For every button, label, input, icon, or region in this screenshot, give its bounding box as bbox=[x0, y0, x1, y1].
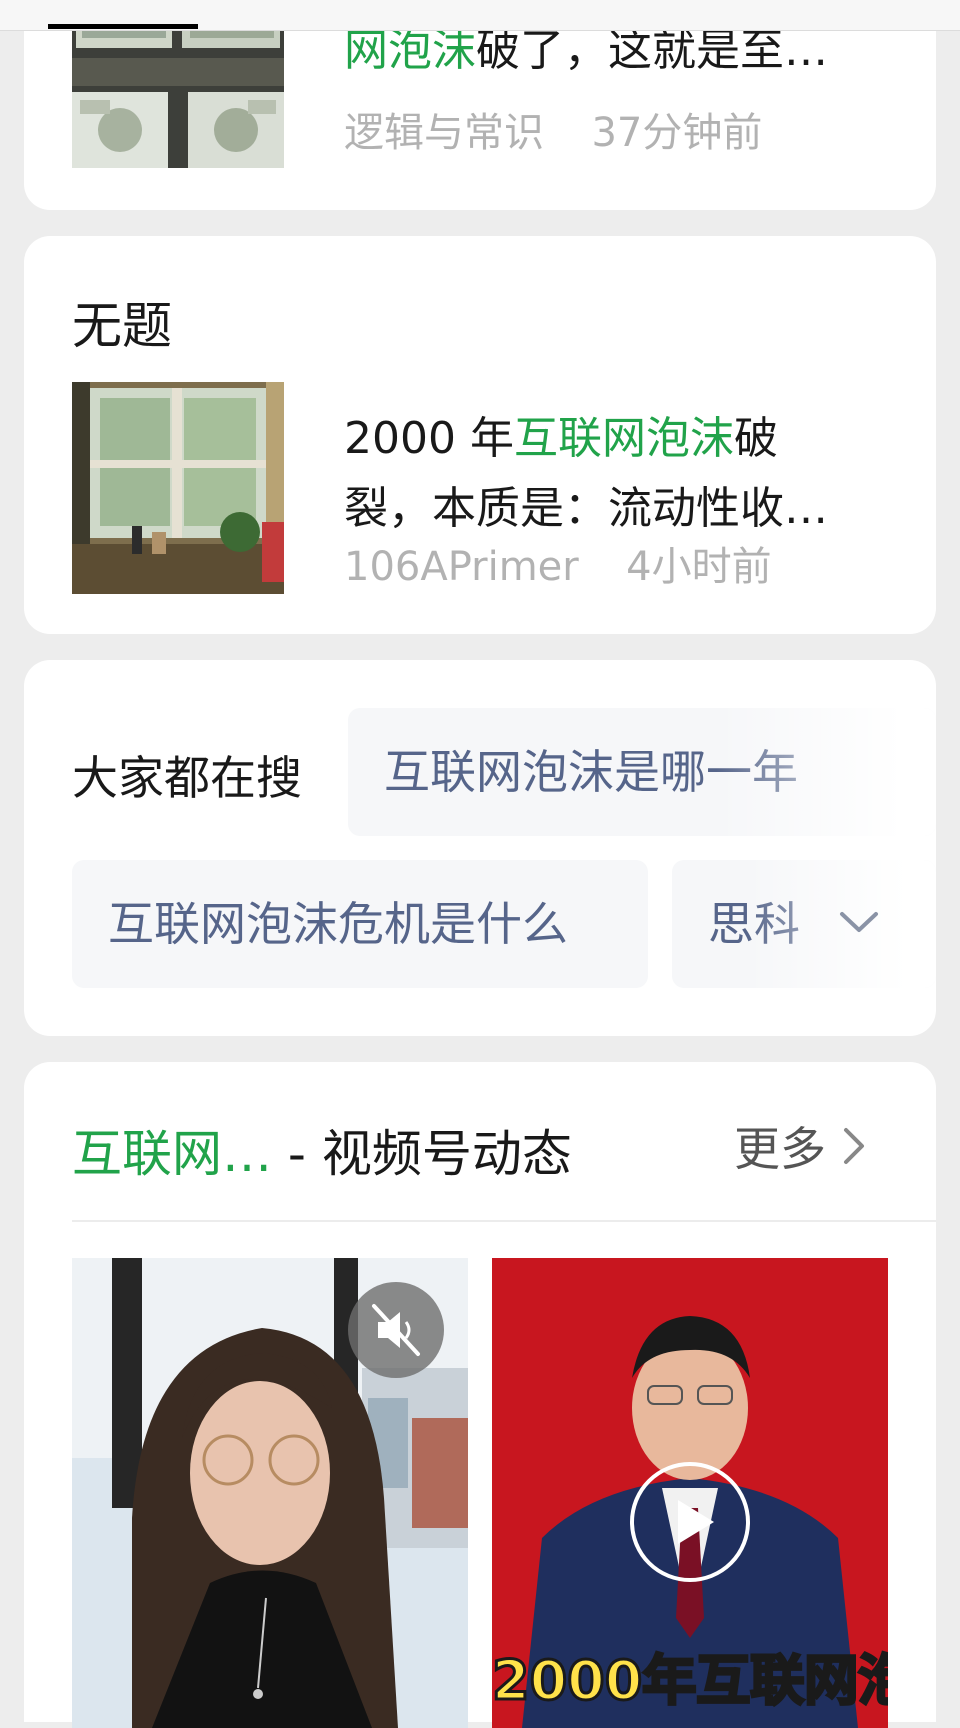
header-divider bbox=[72, 1220, 936, 1222]
result-2-title-line-1: 2000 年互联网泡沫破 bbox=[344, 413, 778, 464]
mute-icon bbox=[372, 1304, 420, 1356]
result-2-meta: 106APrimer 4小时前 bbox=[344, 534, 772, 592]
video-2-caption: 2000年互联网泡 bbox=[492, 1648, 888, 1714]
expand-button[interactable] bbox=[824, 886, 894, 956]
result-1-source: 逻辑与常识 bbox=[344, 110, 544, 156]
more-link[interactable]: 更多 bbox=[734, 1114, 874, 1178]
result-2-source: 106APrimer bbox=[344, 544, 579, 590]
window-thumbnail bbox=[72, 382, 284, 594]
top-bar bbox=[0, 0, 960, 31]
mute-button[interactable] bbox=[348, 1282, 444, 1378]
search-chip-3[interactable]: 思科 bbox=[672, 860, 936, 988]
channels-title: - 视频号动态 bbox=[287, 1125, 572, 1183]
result-card-2[interactable]: 无题 2000 年互联网泡沫破 裂，本质是：流动性收… 106APrimer 4… bbox=[24, 236, 936, 634]
play-icon bbox=[678, 1500, 714, 1544]
load-progress bbox=[48, 24, 198, 29]
channels-header: 互联网… - 视频号动态 bbox=[72, 1114, 572, 1186]
video-card-1[interactable] bbox=[72, 1258, 468, 1728]
play-button[interactable] bbox=[630, 1462, 750, 1582]
result-2-time: 4小时前 bbox=[626, 544, 772, 590]
result-1-meta: 逻辑与常识 37分钟前 bbox=[344, 100, 762, 158]
channels-keyword: 互联网… bbox=[72, 1125, 272, 1183]
related-searches-label: 大家都在搜 bbox=[72, 751, 302, 805]
related-searches-card: 大家都在搜 互联网泡沫是哪一年 互联网泡沫危机是什么 思科 bbox=[24, 660, 936, 1036]
search-chip-2[interactable]: 互联网泡沫危机是什么 bbox=[72, 860, 648, 988]
result-card-1[interactable]: 网泡沫破了，这就是至… 逻辑与常识 37分钟前 bbox=[24, 0, 936, 210]
search-chip-1[interactable]: 互联网泡沫是哪一年 bbox=[348, 708, 936, 836]
video-card-2[interactable]: 2000年互联网泡 bbox=[492, 1258, 888, 1728]
result-1-time: 37分钟前 bbox=[591, 110, 763, 156]
result-2-heading: 无题 bbox=[72, 297, 172, 355]
chevron-down-icon bbox=[840, 912, 878, 932]
chevron-right-icon bbox=[844, 1128, 864, 1164]
